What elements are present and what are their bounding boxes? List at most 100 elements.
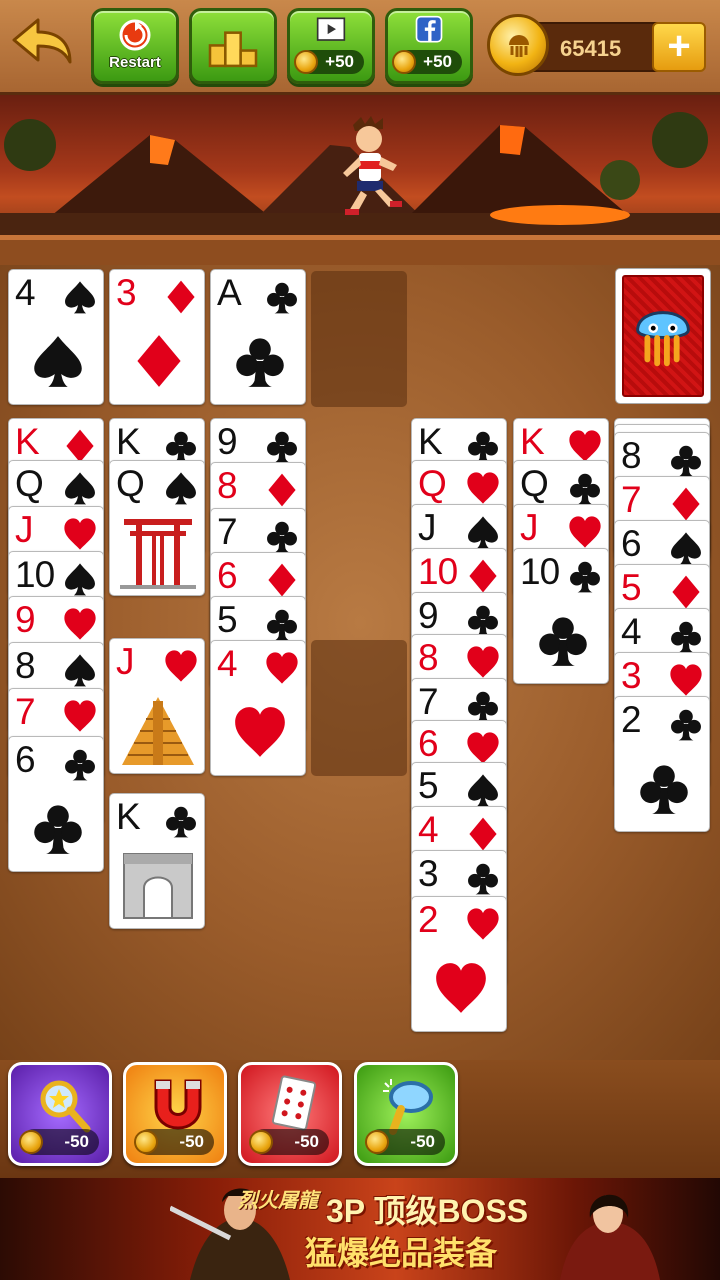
empty-foundation-slot[interactable] bbox=[311, 271, 407, 407]
card-rank: 3 bbox=[418, 853, 439, 894]
restart-button[interactable]: Restart bbox=[91, 8, 179, 84]
spades-icon bbox=[65, 281, 95, 314]
diamonds-icon bbox=[469, 559, 497, 593]
card-rank: 10 bbox=[418, 551, 458, 592]
spades-icon bbox=[65, 654, 95, 687]
card-back bbox=[622, 275, 704, 397]
facebook-icon bbox=[415, 15, 443, 43]
card-rank: 5 bbox=[217, 599, 238, 640]
tableau-card[interactable]: 2 bbox=[614, 696, 710, 832]
foundation-card[interactable]: 4 bbox=[8, 269, 104, 405]
card-rank: K bbox=[418, 421, 443, 462]
facebook-share-button[interactable]: +50 bbox=[385, 8, 473, 84]
coin-icon bbox=[294, 50, 318, 74]
tableau-card[interactable]: 6 bbox=[8, 736, 104, 872]
powerup-cost: -50 bbox=[134, 1129, 214, 1155]
card-rank: Q bbox=[116, 463, 145, 504]
diamonds-icon bbox=[137, 335, 181, 387]
powerup-card[interactable]: -50 bbox=[238, 1062, 342, 1166]
playing-card-icon bbox=[271, 1075, 317, 1131]
card-rank: 6 bbox=[418, 723, 439, 764]
coin-icon bbox=[487, 14, 549, 76]
leaderboard-button[interactable] bbox=[189, 8, 277, 84]
restart-icon bbox=[119, 19, 151, 51]
powerup-cost: -50 bbox=[249, 1129, 329, 1155]
hearts-icon bbox=[235, 707, 285, 757]
hearts-icon bbox=[569, 516, 601, 548]
card-rank: 2 bbox=[418, 899, 439, 940]
powerup-bar: -50 -50 -50 -50 bbox=[0, 1060, 720, 1180]
card-rank: 6 bbox=[621, 523, 642, 564]
card-rank: 5 bbox=[418, 765, 439, 806]
card-rank: 2 bbox=[621, 699, 642, 740]
volcano-scenery bbox=[0, 95, 720, 265]
diamonds-icon bbox=[268, 473, 296, 507]
stock-pile[interactable] bbox=[615, 268, 711, 404]
clubs-icon bbox=[267, 521, 297, 553]
clubs-icon bbox=[570, 473, 600, 505]
card-rank: 4 bbox=[418, 809, 439, 850]
hearts-icon bbox=[64, 608, 96, 640]
watch-video-button[interactable]: +50 bbox=[287, 8, 375, 84]
powerup-magic-wand[interactable]: -50 bbox=[8, 1062, 112, 1166]
back-button[interactable] bbox=[10, 16, 74, 74]
card-rank: J bbox=[520, 507, 538, 548]
diamonds-icon bbox=[672, 487, 700, 521]
card-rank: 7 bbox=[217, 511, 238, 552]
tableau-card[interactable]: 4 bbox=[210, 640, 306, 776]
card-rank: 4 bbox=[217, 643, 238, 684]
card-rank: 10 bbox=[520, 551, 560, 592]
ad-heroine-image bbox=[560, 1194, 660, 1280]
clubs-icon bbox=[267, 282, 297, 314]
card-rank: 9 bbox=[217, 421, 238, 462]
podium-icon bbox=[208, 31, 258, 68]
magnifier-icon bbox=[383, 1079, 433, 1135]
torii-gate-icon bbox=[120, 519, 196, 589]
spades-icon bbox=[468, 516, 498, 549]
tableau-card[interactable]: Q bbox=[109, 460, 205, 596]
hearts-icon bbox=[467, 472, 499, 504]
tableau-card[interactable]: 2 bbox=[411, 896, 507, 1032]
tableau-card[interactable]: K bbox=[109, 793, 205, 929]
cost-amount: -50 bbox=[410, 1132, 435, 1151]
card-rank: Q bbox=[520, 463, 549, 504]
tableau-card[interactable]: 10 bbox=[513, 548, 609, 684]
runner-character bbox=[343, 116, 402, 215]
ad-brand: 烈火屠龍 bbox=[238, 1190, 318, 1212]
card-rank: J bbox=[15, 509, 33, 550]
hearts-icon bbox=[436, 963, 486, 1013]
coin-icon bbox=[134, 1130, 158, 1154]
powerup-magnet[interactable]: -50 bbox=[123, 1062, 227, 1166]
clubs-icon bbox=[671, 445, 701, 477]
clubs-icon bbox=[468, 605, 498, 637]
diamonds-icon bbox=[672, 575, 700, 609]
foundation-card[interactable]: A bbox=[210, 269, 306, 405]
powerup-magnifier[interactable]: -50 bbox=[354, 1062, 458, 1166]
ad-banner[interactable]: 烈火屠龍 3P 顶级BOSS 猛爆绝品装备 bbox=[0, 1178, 720, 1280]
hearts-icon bbox=[467, 908, 499, 940]
buy-coins-button[interactable]: + bbox=[652, 22, 706, 72]
spades-icon bbox=[65, 563, 95, 596]
hearts-icon bbox=[467, 646, 499, 678]
empty-tableau-slot[interactable] bbox=[311, 640, 407, 776]
video-reward: +50 bbox=[294, 50, 364, 74]
spades-icon bbox=[34, 336, 82, 387]
card-rank: 8 bbox=[418, 637, 439, 678]
tableau-card[interactable]: J bbox=[109, 638, 205, 774]
spades-icon bbox=[671, 532, 701, 565]
hearts-icon bbox=[64, 518, 96, 550]
top-toolbar: Restart +50 +50 65415 + bbox=[0, 0, 720, 95]
foundation-card[interactable]: 3 bbox=[109, 269, 205, 405]
hearts-icon bbox=[569, 430, 601, 462]
clubs-icon bbox=[65, 749, 95, 781]
card-rank: 7 bbox=[15, 691, 36, 732]
cost-amount: -50 bbox=[294, 1132, 319, 1151]
spades-icon bbox=[468, 774, 498, 807]
cost-amount: -50 bbox=[179, 1132, 204, 1151]
powerup-cost: -50 bbox=[365, 1129, 445, 1155]
cost-amount: -50 bbox=[64, 1132, 89, 1151]
coin-icon bbox=[392, 50, 416, 74]
clubs-icon bbox=[640, 765, 688, 814]
card-rank: 3 bbox=[116, 272, 137, 313]
clubs-icon bbox=[671, 621, 701, 653]
